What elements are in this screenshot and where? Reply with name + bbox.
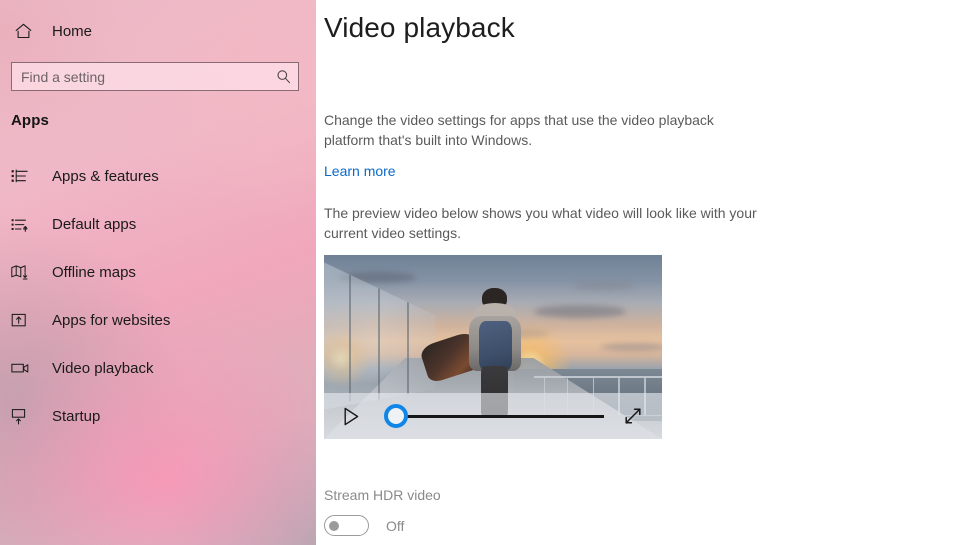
video-preview-player[interactable] <box>324 255 662 439</box>
video-controls-bar <box>324 393 662 439</box>
page-title: Video playback <box>324 12 515 44</box>
glass-mullion <box>407 301 409 407</box>
map-download-icon <box>11 264 35 280</box>
cloud <box>574 281 634 290</box>
monitor-arrow-up-icon <box>11 408 35 425</box>
sidebar-item-startup[interactable]: Startup <box>0 392 316 440</box>
search-input[interactable] <box>12 69 270 85</box>
search-icon[interactable] <box>270 69 298 84</box>
home-label: Home <box>52 23 92 40</box>
play-button[interactable] <box>334 399 368 433</box>
seek-thumb[interactable] <box>384 404 408 428</box>
seek-track[interactable] <box>404 415 604 418</box>
box-arrow-up-icon <box>11 312 35 328</box>
glass-wall <box>324 262 436 409</box>
stream-hdr-toggle[interactable] <box>324 515 369 536</box>
sidebar: Home Apps <box>0 0 316 545</box>
seek-bar[interactable] <box>372 399 610 433</box>
sidebar-item-home[interactable]: Home <box>10 17 92 45</box>
backpack <box>479 321 512 371</box>
sidebar-item-label: Apps & features <box>52 168 159 185</box>
cloud <box>601 343 662 351</box>
list-arrow-icon <box>11 216 35 232</box>
toggle-state-label: Off <box>386 518 404 534</box>
stream-hdr-toggle-row: Off <box>324 515 404 536</box>
sidebar-item-label: Offline maps <box>52 264 136 281</box>
glass-mullion <box>349 274 351 401</box>
toggle-knob <box>329 521 339 531</box>
search-box[interactable] <box>11 62 299 91</box>
sidebar-nav-list: Apps & features Default apps <box>0 152 316 440</box>
learn-more-link[interactable]: Learn more <box>324 163 396 179</box>
sidebar-item-label: Startup <box>52 408 100 425</box>
main-content: Video playback Change the video settings… <box>316 0 964 545</box>
sidebar-item-video-playback[interactable]: Video playback <box>0 344 316 392</box>
home-icon <box>10 23 36 39</box>
sidebar-item-label: Apps for websites <box>52 312 170 329</box>
settings-window: Home Apps <box>0 0 964 545</box>
stream-hdr-label: Stream HDR video <box>324 487 441 503</box>
video-camera-icon <box>11 361 35 375</box>
fullscreen-button[interactable] <box>616 399 650 433</box>
sidebar-item-apps-for-websites[interactable]: Apps for websites <box>0 296 316 344</box>
sidebar-item-label: Video playback <box>52 360 153 377</box>
sidebar-item-default-apps[interactable]: Default apps <box>0 200 316 248</box>
sidebar-item-offline-maps[interactable]: Offline maps <box>0 248 316 296</box>
list-bullets-icon <box>11 168 35 184</box>
page-description: Change the video settings for apps that … <box>324 110 756 150</box>
glass-mullion <box>378 286 380 404</box>
sidebar-group-title: Apps <box>11 112 49 129</box>
cloud <box>534 305 626 318</box>
preview-note: The preview video below shows you what v… <box>324 203 760 243</box>
sidebar-item-label: Default apps <box>52 216 136 233</box>
sidebar-item-apps-features[interactable]: Apps & features <box>0 152 316 200</box>
